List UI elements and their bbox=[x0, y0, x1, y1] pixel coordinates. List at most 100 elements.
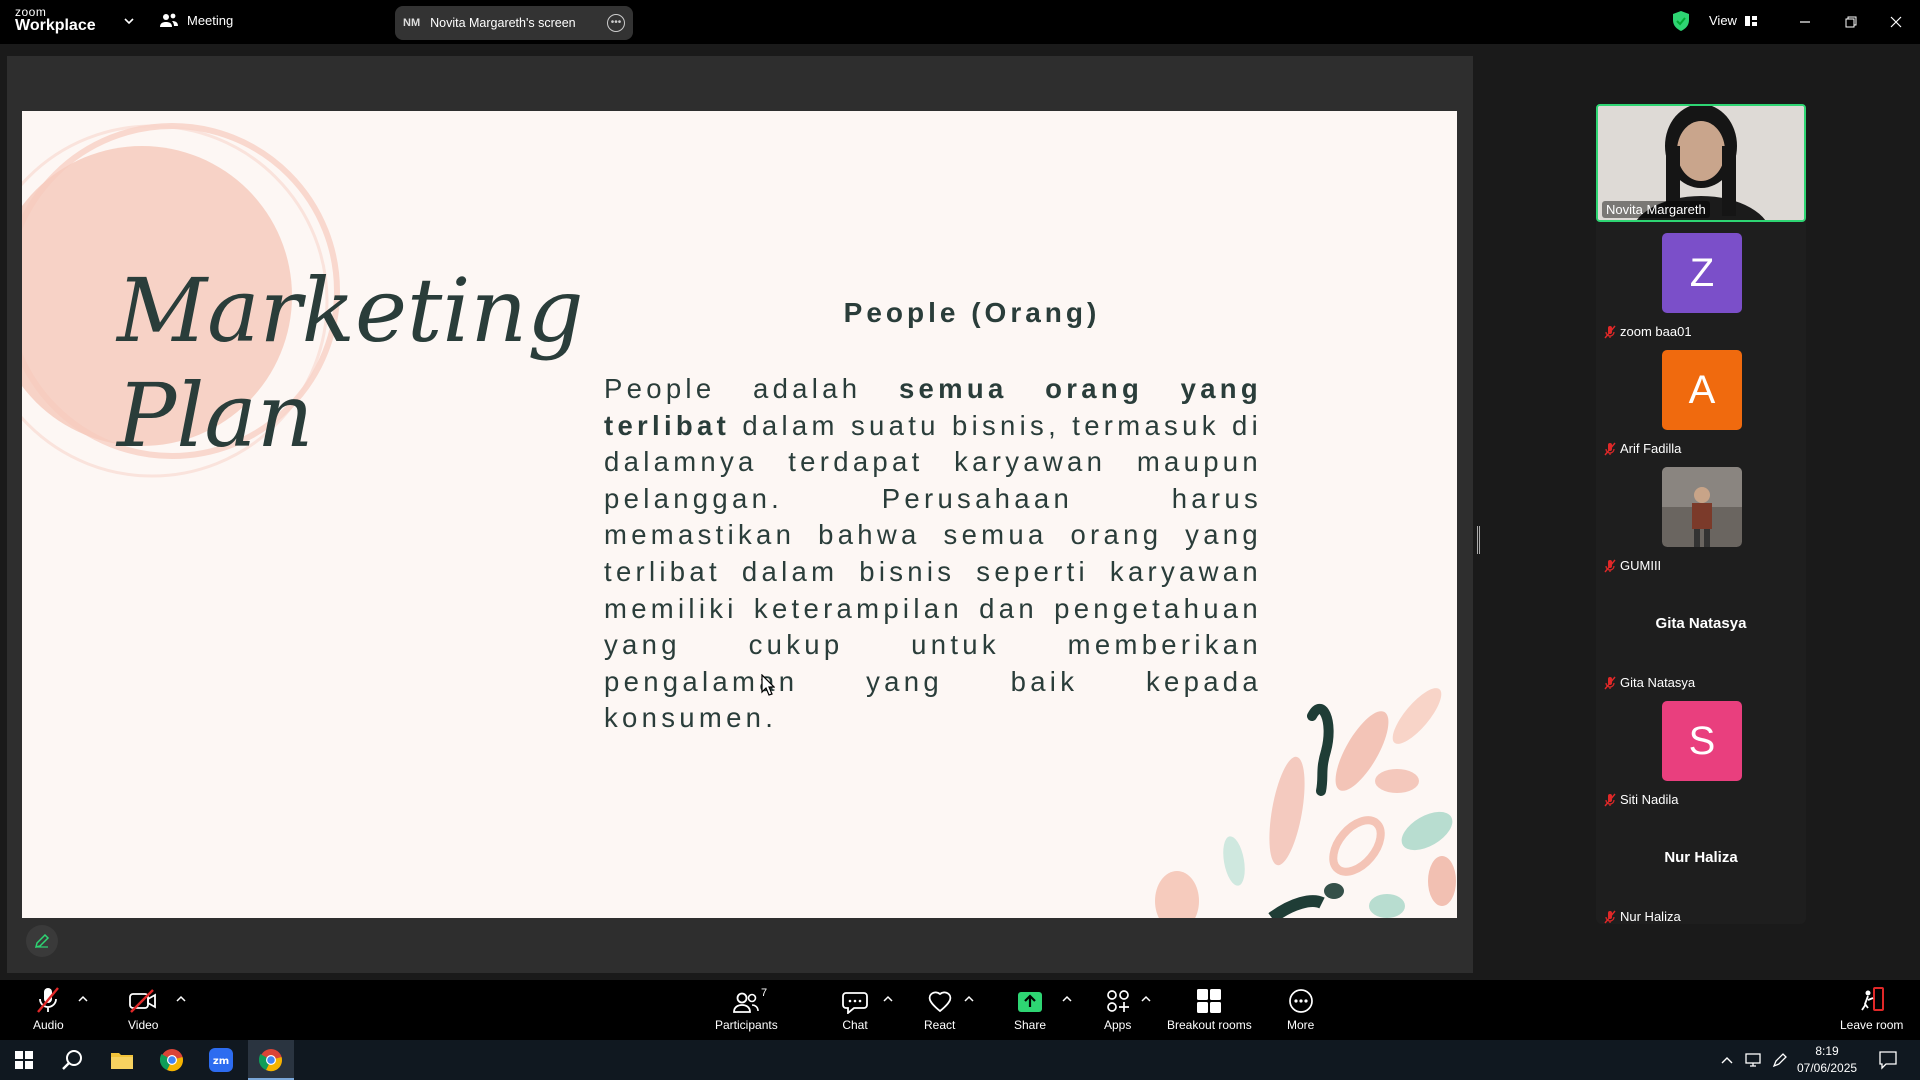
video-off-icon bbox=[129, 989, 157, 1013]
slide-body: People adalah semua orang yang terlibat … bbox=[604, 371, 1262, 737]
logo-bottom: Workplace bbox=[15, 17, 96, 34]
participant-name-text: zoom baa01 bbox=[1620, 324, 1692, 339]
mic-muted-icon bbox=[1604, 910, 1616, 923]
mic-muted-icon bbox=[1604, 559, 1616, 572]
participant-tile[interactable]: Nur Haliza Nur Haliza bbox=[1596, 807, 1806, 924]
video-button[interactable]: Video bbox=[128, 984, 158, 1032]
restore-button[interactable] bbox=[1839, 10, 1863, 34]
view-button[interactable]: View bbox=[1709, 13, 1757, 28]
video-caret-icon[interactable] bbox=[176, 994, 186, 1004]
participants-count: 7 bbox=[761, 987, 768, 999]
minimize-icon bbox=[1800, 21, 1810, 23]
chrome-active-button[interactable] bbox=[255, 1046, 287, 1074]
breakout-rooms-icon bbox=[1197, 989, 1222, 1013]
annotate-button[interactable] bbox=[26, 925, 58, 957]
sharer-initials: NM bbox=[403, 17, 421, 29]
participant-name-text: GUMIII bbox=[1620, 558, 1662, 573]
react-caret-icon[interactable] bbox=[964, 994, 974, 1004]
participant-tile[interactable]: Zzoom baa01 bbox=[1596, 222, 1806, 339]
audio-button[interactable]: Audio bbox=[33, 984, 64, 1032]
participant-photo bbox=[1662, 467, 1742, 547]
pen-icon[interactable] bbox=[1772, 1052, 1788, 1068]
meeting-menu[interactable]: Meeting bbox=[160, 12, 233, 28]
share-button[interactable]: Share bbox=[1014, 984, 1046, 1032]
apps-icon bbox=[1106, 990, 1129, 1012]
system-clock[interactable]: 8:19 07/06/2025 bbox=[1797, 1043, 1857, 1077]
share-label: Share bbox=[1014, 1018, 1047, 1032]
participant-avatar: S bbox=[1662, 701, 1742, 781]
search-icon bbox=[62, 1050, 82, 1070]
leave-room-button[interactable]: Leave room bbox=[1840, 984, 1903, 1032]
audio-label: Audio bbox=[33, 1018, 64, 1032]
active-speaker-name: Novita Margareth bbox=[1602, 201, 1710, 218]
minimize-button[interactable] bbox=[1793, 10, 1817, 34]
chat-button[interactable]: Chat bbox=[842, 984, 868, 1032]
chrome-icon bbox=[160, 1049, 183, 1072]
audio-caret-icon[interactable] bbox=[78, 994, 88, 1004]
chrome-button[interactable] bbox=[156, 1046, 188, 1074]
clock-time: 8:19 bbox=[1815, 1044, 1839, 1058]
file-explorer-button[interactable] bbox=[106, 1046, 138, 1074]
participant-gallery: Novita Margareth Zzoom baa01 A Arif Fadill… bbox=[1596, 104, 1806, 924]
react-button[interactable]: React bbox=[924, 984, 955, 1032]
breakout-rooms-button[interactable]: Breakout rooms bbox=[1167, 984, 1252, 1032]
chevron-up-icon[interactable] bbox=[1720, 1054, 1734, 1066]
participant-tile[interactable]: S Siti Nadila bbox=[1596, 690, 1806, 807]
start-button[interactable] bbox=[8, 1046, 40, 1074]
zoom-taskbar-button[interactable]: zm bbox=[205, 1046, 237, 1074]
share-screen-icon bbox=[1018, 992, 1043, 1012]
react-label: React bbox=[924, 1018, 956, 1032]
share-caret-icon[interactable] bbox=[1062, 994, 1072, 1004]
participant-name-text: Nur Haliza bbox=[1620, 909, 1681, 924]
people-icon bbox=[160, 13, 178, 27]
mic-muted-icon bbox=[37, 987, 60, 1013]
more-options-icon[interactable]: ••• bbox=[607, 14, 625, 32]
screen-share-pill[interactable]: NM Novita Margareth's screen ••• bbox=[395, 6, 633, 40]
active-speaker-video[interactable]: Novita Margareth bbox=[1596, 104, 1806, 222]
apps-caret-icon[interactable] bbox=[1141, 994, 1151, 1004]
notification-icon[interactable] bbox=[1878, 1050, 1898, 1070]
participants-button[interactable]: Participants bbox=[715, 984, 778, 1032]
close-icon bbox=[1890, 16, 1902, 28]
zoom-logo[interactable]: zoom Workplace bbox=[15, 6, 96, 34]
participant-display-name: Nur Haliza bbox=[1664, 849, 1738, 866]
zoom-window: zoom Workplace Meeting NM Novita Margare… bbox=[0, 0, 1920, 1080]
windows-taskbar: zm 8:19 07/06/2025 bbox=[0, 1040, 1920, 1080]
presentation-slide: Marketing Plan People (Orang) People ada… bbox=[22, 111, 1457, 918]
participant-name: Nur Haliza bbox=[1604, 909, 1681, 924]
participant-name: zoom baa01 bbox=[1604, 324, 1692, 339]
mic-muted-icon bbox=[1604, 676, 1616, 689]
participant-tile[interactable]: GUMIII bbox=[1596, 456, 1806, 573]
clock-date: 07/06/2025 bbox=[1797, 1061, 1858, 1075]
participant-name: Arif Fadilla bbox=[1604, 441, 1681, 456]
chevron-down-icon[interactable] bbox=[122, 14, 136, 28]
folder-icon bbox=[111, 1053, 133, 1069]
restore-icon bbox=[1845, 16, 1857, 28]
participant-tile[interactable]: Gita Natasya Gita Natasya bbox=[1596, 573, 1806, 690]
participant-name: GUMIII bbox=[1604, 558, 1661, 573]
body-rest: dalam suatu bisnis, termasuk di dalamnya… bbox=[604, 409, 1262, 734]
participants-icon bbox=[733, 992, 760, 1013]
participant-display-name: Gita Natasya bbox=[1655, 615, 1747, 632]
apps-label: Apps bbox=[1104, 1018, 1132, 1032]
breakout-label: Breakout rooms bbox=[1167, 1018, 1252, 1032]
search-button[interactable] bbox=[56, 1046, 88, 1074]
windows-logo-icon bbox=[15, 1051, 33, 1069]
slide-title: People (Orang) bbox=[843, 297, 1101, 328]
shield-icon[interactable] bbox=[1672, 10, 1690, 32]
participant-name-text: Gita Natasya bbox=[1620, 675, 1696, 690]
participant-name: Gita Natasya bbox=[1604, 675, 1695, 690]
more-button[interactable]: More bbox=[1287, 984, 1314, 1032]
chat-caret-icon[interactable] bbox=[883, 994, 893, 1004]
title-bar: zoom Workplace Meeting NM Novita Margare… bbox=[0, 0, 1920, 44]
pencil-icon bbox=[34, 933, 50, 949]
apps-button[interactable]: Apps bbox=[1104, 984, 1131, 1032]
panel-resize-handle[interactable] bbox=[1477, 526, 1480, 554]
participant-tile[interactable]: A Arif Fadilla bbox=[1596, 339, 1806, 456]
participant-avatar: A bbox=[1662, 350, 1742, 430]
close-button[interactable] bbox=[1884, 10, 1908, 34]
chrome-icon bbox=[259, 1049, 282, 1072]
mic-muted-icon bbox=[1604, 442, 1616, 455]
mouse-cursor-icon bbox=[761, 674, 775, 696]
network-icon[interactable] bbox=[1744, 1052, 1762, 1068]
